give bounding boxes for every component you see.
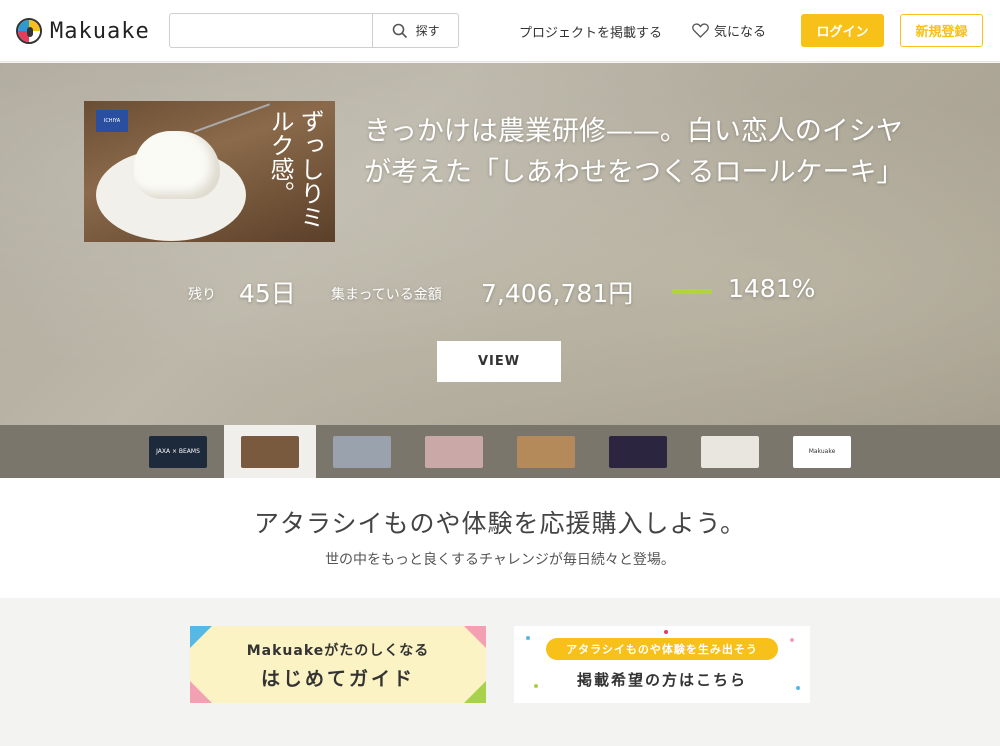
thumbnail-image — [609, 435, 667, 468]
thumbnail-image: Makuake — [793, 435, 851, 468]
search-button[interactable]: 探す — [372, 14, 458, 47]
heart-icon — [692, 23, 709, 38]
hero-carousel: ICHIYA ずっしりミルク感。 きっかけは農業研修——。白い恋人のイシヤが考え… — [0, 63, 1000, 425]
carousel-thumbnail[interactable]: JAXA × BEAMS — [132, 425, 224, 478]
thumbnail-image — [517, 435, 575, 468]
carousel-thumbnail[interactable] — [500, 425, 592, 478]
remaining-value: 45日 — [239, 279, 296, 308]
funded-label: 集まっている金額 — [331, 287, 442, 303]
carousel-thumbnail[interactable] — [316, 425, 408, 478]
progress-percent: 1481% — [728, 274, 816, 303]
brand-badge: ICHIYA — [96, 110, 128, 132]
progress-bar — [672, 289, 712, 294]
register-button[interactable]: 新規登録 — [900, 14, 983, 47]
carousel-thumbnail[interactable]: Makuake — [776, 425, 868, 478]
search-input[interactable] — [170, 14, 373, 47]
progress-bar-fill — [672, 289, 712, 294]
search-box: 探す — [169, 13, 459, 48]
guide-banner-title: はじめてガイド — [260, 668, 415, 690]
thumbnail-image — [241, 435, 299, 468]
logo-text: Makuake — [50, 18, 150, 44]
guide-banner-subtitle: Makuakeがたのしくなる — [246, 643, 430, 659]
funded-value: 7,406,781円 — [481, 279, 634, 308]
carousel-thumbnail[interactable] — [592, 425, 684, 478]
beginner-guide-banner[interactable]: Makuakeがたのしくなる はじめてガイド — [190, 626, 486, 703]
thumbnail-image: JAXA × BEAMS — [149, 435, 207, 468]
carousel-thumbnail[interactable] — [684, 425, 776, 478]
carousel-thumbnail[interactable] — [408, 425, 500, 478]
tagline-section: アタラシイものや体験を応援購入しよう。 世の中をもっと良くするチャレンジが毎日続… — [0, 478, 1000, 598]
search-icon — [392, 23, 407, 38]
carousel-thumbnail[interactable] — [224, 425, 316, 478]
remaining-label: 残り — [188, 287, 216, 303]
carousel-thumbnails: JAXA × BEAMS Makuake — [0, 425, 1000, 478]
banner-section: Makuakeがたのしくなる はじめてガイド アタラシイものや体験を生み出そう … — [0, 598, 1000, 746]
post-project-link[interactable]: プロジェクトを掲載する — [519, 22, 662, 41]
site-header: Makuake 探す プロジェクトを掲載する 気になる ログイン 新規登録 — [0, 0, 1000, 62]
logo-icon — [16, 18, 42, 44]
search-button-label: 探す — [415, 24, 440, 38]
thumbnail-image — [333, 435, 391, 468]
hero-image-caption: ずっしりミルク感。 — [266, 109, 324, 229]
favorites-label: 気になる — [714, 25, 767, 40]
post-project-banner[interactable]: アタラシイものや体験を生み出そう 掲載希望の方はこちら — [514, 626, 810, 703]
sub-tagline: 世の中をもっと良くするチャレンジが毎日続々と登場。 — [325, 552, 675, 568]
hero-project-image[interactable]: ICHIYA ずっしりミルク感。 — [84, 101, 335, 242]
post-banner-pill: アタラシイものや体験を生み出そう — [546, 638, 778, 660]
favorites-link[interactable]: 気になる — [692, 21, 766, 40]
login-button[interactable]: ログイン — [801, 14, 884, 47]
makuake-logo[interactable]: Makuake — [16, 16, 150, 46]
thumbnail-image — [425, 435, 483, 468]
hero-project-title[interactable]: きっかけは農業研修——。白い恋人のイシヤが考えた「しあわせをつくるロールケーキ」 — [364, 111, 924, 193]
main-tagline: アタラシイものや体験を応援購入しよう。 — [253, 509, 746, 538]
post-banner-title: 掲載希望の方はこちら — [576, 671, 747, 689]
project-stats: 残り 45日 集まっている金額 7,406,781円 1481% — [0, 274, 1000, 310]
view-button[interactable]: VIEW — [437, 341, 561, 382]
thumbnail-image — [701, 435, 759, 468]
